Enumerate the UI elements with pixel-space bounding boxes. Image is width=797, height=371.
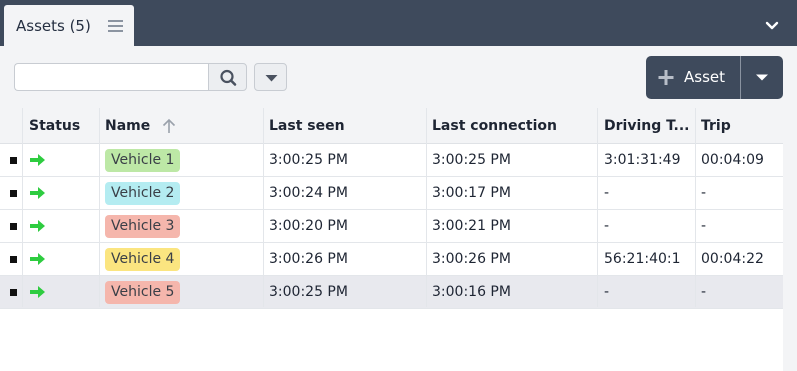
trip-cell: - (701, 218, 707, 234)
search-input[interactable] (14, 63, 208, 91)
last-connection-cell: 3:00:17 PM (432, 185, 511, 201)
assets-table: Status Name Last seen Last connection Dr… (0, 108, 783, 371)
column-divider (597, 108, 598, 307)
add-asset-menu-button[interactable] (741, 56, 783, 99)
panel-header: Assets (5) (0, 0, 797, 46)
arrow-right-icon (30, 154, 45, 166)
table-row[interactable]: Vehicle 4 3:00:26 PM 3:00:26 PM 56:21:40:1 0… (0, 243, 783, 276)
arrow-right-icon (30, 253, 45, 265)
column-header-trip[interactable]: Trip (701, 118, 731, 134)
tab-label: Assets (5) (16, 17, 91, 35)
driving-time-cell: - (604, 218, 610, 234)
column-divider (99, 108, 100, 307)
last-seen-cell: 3:00:24 PM (269, 185, 348, 201)
table-row[interactable]: Vehicle 2 3:00:24 PM 3:00:17 PM - - (0, 177, 783, 210)
last-connection-cell: 3:00:26 PM (432, 251, 511, 267)
column-divider (695, 108, 696, 307)
table-row[interactable]: Vehicle 5 3:00:25 PM 3:00:16 PM - - (0, 276, 783, 309)
asset-name-badge: Vehicle 2 (105, 182, 181, 205)
trip-cell: 00:04:22 (701, 251, 764, 267)
row-marker (10, 157, 17, 164)
trip-cell: - (701, 284, 707, 300)
column-divider (22, 108, 23, 307)
add-asset-label: Asset (684, 68, 726, 86)
vertical-scrollbar[interactable] (783, 108, 797, 371)
last-connection-cell: 3:00:21 PM (432, 218, 511, 234)
column-divider (263, 108, 264, 307)
table-row[interactable]: Vehicle 1 3:00:25 PM 3:00:25 PM 3:01:31:49 0… (0, 144, 783, 177)
trip-cell: 00:04:09 (701, 152, 764, 168)
toolbar: Asset (0, 46, 797, 108)
driving-time-cell: 56:21:40:1 (604, 251, 681, 267)
search-button[interactable] (208, 63, 247, 91)
row-marker (10, 289, 17, 296)
caret-down-icon (265, 75, 278, 82)
driving-time-cell: - (604, 284, 610, 300)
column-header-driving-time[interactable]: Driving T... (604, 118, 692, 134)
row-marker (10, 223, 17, 230)
column-header-status[interactable]: Status (29, 118, 80, 134)
asset-name-badge: Vehicle 1 (105, 149, 181, 172)
plus-icon (658, 70, 674, 85)
trip-cell: - (701, 185, 707, 201)
arrow-right-icon (30, 286, 45, 298)
asset-name-badge: Vehicle 3 (105, 215, 181, 238)
driving-time-cell: - (604, 185, 610, 201)
hamburger-icon[interactable] (108, 19, 124, 33)
column-divider (426, 108, 427, 307)
arrow-up-icon (162, 118, 176, 133)
arrow-right-icon (30, 187, 45, 199)
add-asset-button[interactable]: Asset (646, 56, 740, 99)
assets-panel: Assets (5) Asset Status Name Last seen L… (0, 0, 797, 371)
table-row[interactable]: Vehicle 3 3:00:20 PM 3:00:21 PM - - (0, 210, 783, 243)
filter-dropdown-button[interactable] (254, 63, 287, 91)
last-connection-cell: 3:00:16 PM (432, 284, 511, 300)
chevron-down-icon[interactable] (760, 14, 784, 36)
column-header-last-seen[interactable]: Last seen (269, 118, 345, 134)
asset-name-badge: Vehicle 4 (105, 248, 181, 271)
caret-down-icon (756, 74, 768, 81)
last-seen-cell: 3:00:20 PM (269, 218, 348, 234)
tab-assets[interactable]: Assets (5) (4, 5, 134, 46)
row-marker (10, 256, 17, 263)
last-connection-cell: 3:00:25 PM (432, 152, 511, 168)
table-header: Status Name Last seen Last connection Dr… (0, 108, 783, 144)
asset-name-badge: Vehicle 5 (105, 281, 181, 304)
add-asset-split-button: Asset (646, 56, 783, 99)
search-icon (220, 69, 237, 86)
arrow-right-icon (30, 220, 45, 232)
row-marker (10, 190, 17, 197)
column-header-last-connection[interactable]: Last connection (432, 118, 557, 134)
driving-time-cell: 3:01:31:49 (604, 152, 681, 168)
last-seen-cell: 3:00:25 PM (269, 284, 348, 300)
column-header-name[interactable]: Name (105, 118, 150, 134)
last-seen-cell: 3:00:25 PM (269, 152, 348, 168)
last-seen-cell: 3:00:26 PM (269, 251, 348, 267)
